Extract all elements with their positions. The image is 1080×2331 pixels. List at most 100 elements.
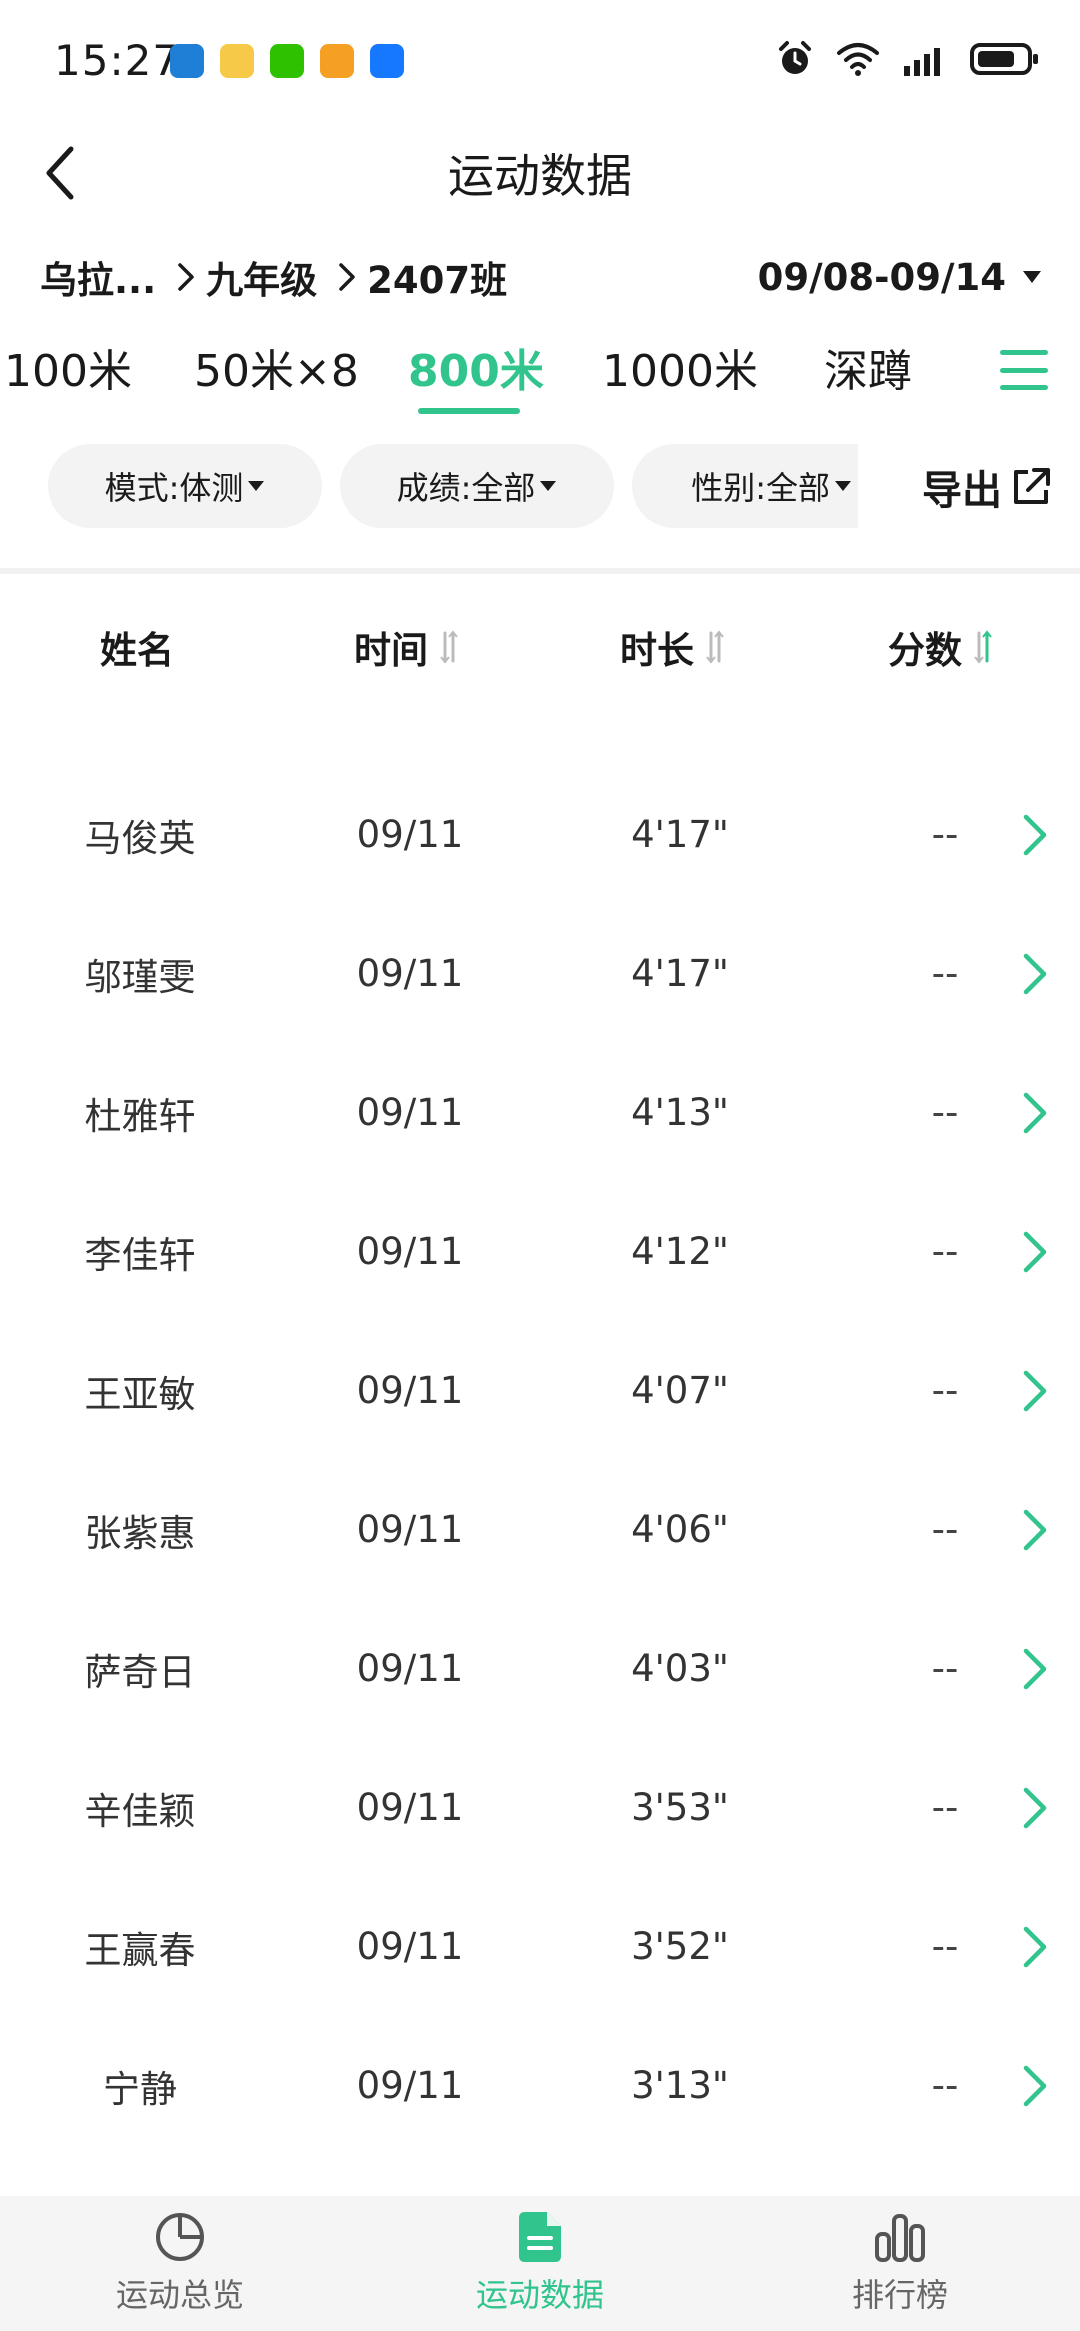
chevron-right-icon[interactable]: [1014, 1645, 1054, 1693]
tab-100m[interactable]: 100米: [4, 335, 132, 399]
status-time: 15:27: [54, 36, 181, 85]
app-screen: 15:27 运动数据 乌拉... 九年级 2407班 09/08-09/14 1…: [0, 0, 1080, 2331]
breadcrumb-grade[interactable]: 九年级: [206, 250, 317, 304]
student-name: 萨奇日: [84, 1650, 196, 1694]
sort-icon: [440, 630, 458, 664]
tab-1000m[interactable]: 1000米: [602, 335, 758, 399]
export-button[interactable]: 导出: [922, 458, 1052, 516]
column-header-duration[interactable]: 时长: [620, 620, 726, 674]
nav-label-data: 运动数据: [475, 2276, 604, 2314]
score-value: --: [931, 1369, 959, 1412]
chevron-right-icon[interactable]: [1014, 1367, 1054, 1415]
table-row[interactable]: 李佳轩 09/11 4'12" --: [0, 1182, 1080, 1321]
external-link-icon: [1014, 468, 1050, 504]
run-duration: 4'07": [631, 1369, 729, 1412]
nav-item-ranking[interactable]: 排行榜: [800, 2210, 1000, 2316]
tab-800m[interactable]: 800米: [408, 335, 544, 399]
student-name: 王亚敏: [84, 1372, 196, 1416]
run-duration: 4'17": [631, 813, 729, 856]
test-date: 09/11: [356, 1508, 464, 1551]
score-value: --: [931, 2064, 959, 2107]
export-label: 导出: [922, 468, 1002, 514]
student-name: 邬瑾雯: [84, 955, 196, 999]
status-bar: 15:27: [0, 0, 1080, 120]
column-header-date[interactable]: 时间: [354, 620, 460, 674]
battery-icon: [970, 43, 1038, 75]
chevron-right-icon[interactable]: [1014, 950, 1054, 998]
test-date: 09/11: [356, 813, 464, 856]
caret-down-icon: [835, 481, 851, 491]
gender-filter-label: 性别:全部: [691, 469, 830, 507]
nav-item-data[interactable]: 运动数据: [440, 2210, 640, 2316]
student-name: 王赢春: [84, 1928, 196, 1972]
sort-icon: [706, 630, 724, 664]
score-value: --: [931, 1508, 959, 1551]
student-name: 张紫惠: [84, 1511, 196, 1555]
column-header-duration-label: 时长: [620, 629, 694, 672]
pie-chart-icon: [156, 2213, 204, 2261]
table-row[interactable]: 辛佳颖 09/11 3'53" --: [0, 1738, 1080, 1877]
chevron-right-icon: [176, 261, 196, 293]
chevron-right-icon[interactable]: [1014, 1923, 1054, 1971]
table-row[interactable]: 王赢春 09/11 3'52" --: [0, 1877, 1080, 2016]
test-date: 09/11: [356, 1369, 464, 1412]
table-row[interactable]: 萨奇日 09/11 4'03" --: [0, 1599, 1080, 1738]
chevron-right-icon[interactable]: [1014, 1089, 1054, 1137]
chevron-right-icon[interactable]: [1014, 1228, 1054, 1276]
table-row[interactable]: 宁静 09/11 3'13" --: [0, 2016, 1080, 2155]
date-range-selector[interactable]: 09/08-09/14: [758, 250, 1042, 304]
nav-item-overview[interactable]: 运动总览: [80, 2210, 280, 2316]
nav-label-ranking: 排行榜: [851, 2276, 948, 2314]
column-header-date-label: 时间: [354, 629, 428, 672]
page-title: 运动数据: [448, 149, 632, 203]
column-header-score[interactable]: 分数: [888, 620, 994, 674]
bar-chart-icon: [875, 2214, 925, 2262]
chevron-right-icon[interactable]: [1014, 2062, 1054, 2110]
table-row[interactable]: 王亚敏 09/11 4'07" --: [0, 1321, 1080, 1460]
bottom-navigation: 运动总览 运动数据 排行榜: [0, 2196, 1080, 2331]
test-date: 09/11: [356, 1091, 464, 1134]
breadcrumb: 乌拉... 九年级 2407班: [40, 250, 507, 304]
wechat-icon: [270, 44, 304, 78]
student-name: 宁静: [103, 2067, 177, 2111]
chevron-right-icon[interactable]: [1014, 1784, 1054, 1832]
wifi-icon: [837, 43, 879, 76]
table-row[interactable]: 邬瑾雯 09/11 4'17" --: [0, 904, 1080, 1043]
test-date: 09/11: [356, 1647, 464, 1690]
chevron-right-icon[interactable]: [1014, 1506, 1054, 1554]
weibo-icon: [220, 44, 254, 78]
breadcrumb-class[interactable]: 2407班: [367, 250, 507, 304]
app-notification-icon: [370, 44, 404, 78]
table-row[interactable]: 杜雅轩 09/11 4'13" --: [0, 1043, 1080, 1182]
app-notification-icon: [320, 44, 354, 78]
filter-bar: 模式:体测 成绩:全部 性别:全部 导出: [0, 444, 1080, 530]
column-header-name-label: 姓名: [100, 629, 174, 672]
score-value: --: [931, 1230, 959, 1273]
system-icons: [776, 40, 1040, 78]
student-name: 辛佳颖: [84, 1789, 196, 1833]
run-duration: 3'53": [631, 1786, 729, 1829]
table-row[interactable]: 张紫惠 09/11 4'06" --: [0, 1460, 1080, 1599]
grade-filter[interactable]: 成绩:全部: [340, 444, 614, 528]
date-range-label: 09/08-09/14: [757, 255, 1006, 299]
score-value: --: [931, 952, 959, 995]
mode-filter[interactable]: 模式:体测: [48, 444, 322, 528]
gender-filter[interactable]: 性别:全部: [632, 444, 858, 528]
hamburger-icon[interactable]: [1000, 350, 1048, 390]
caret-down-icon: [540, 481, 557, 491]
table-row[interactable]: 马俊英 09/11 4'17" --: [0, 765, 1080, 904]
caret-down-icon: [1023, 271, 1041, 283]
breadcrumb-school[interactable]: 乌拉...: [40, 250, 156, 304]
active-tab-indicator: [418, 408, 520, 414]
event-tabs: 100米 50米×8 800米 1000米 深蹲: [0, 335, 1080, 415]
chevron-right-icon[interactable]: [1014, 811, 1054, 859]
section-divider: [0, 568, 1080, 574]
tab-50m-x8[interactable]: 50米×8: [194, 335, 359, 399]
score-value: --: [931, 813, 959, 856]
student-name: 李佳轩: [84, 1233, 196, 1277]
score-value: --: [931, 1091, 959, 1134]
column-header-name: 姓名: [100, 620, 174, 674]
chevron-right-icon: [337, 261, 357, 293]
tab-squat[interactable]: 深蹲: [824, 335, 912, 399]
notification-icons: [170, 44, 404, 78]
